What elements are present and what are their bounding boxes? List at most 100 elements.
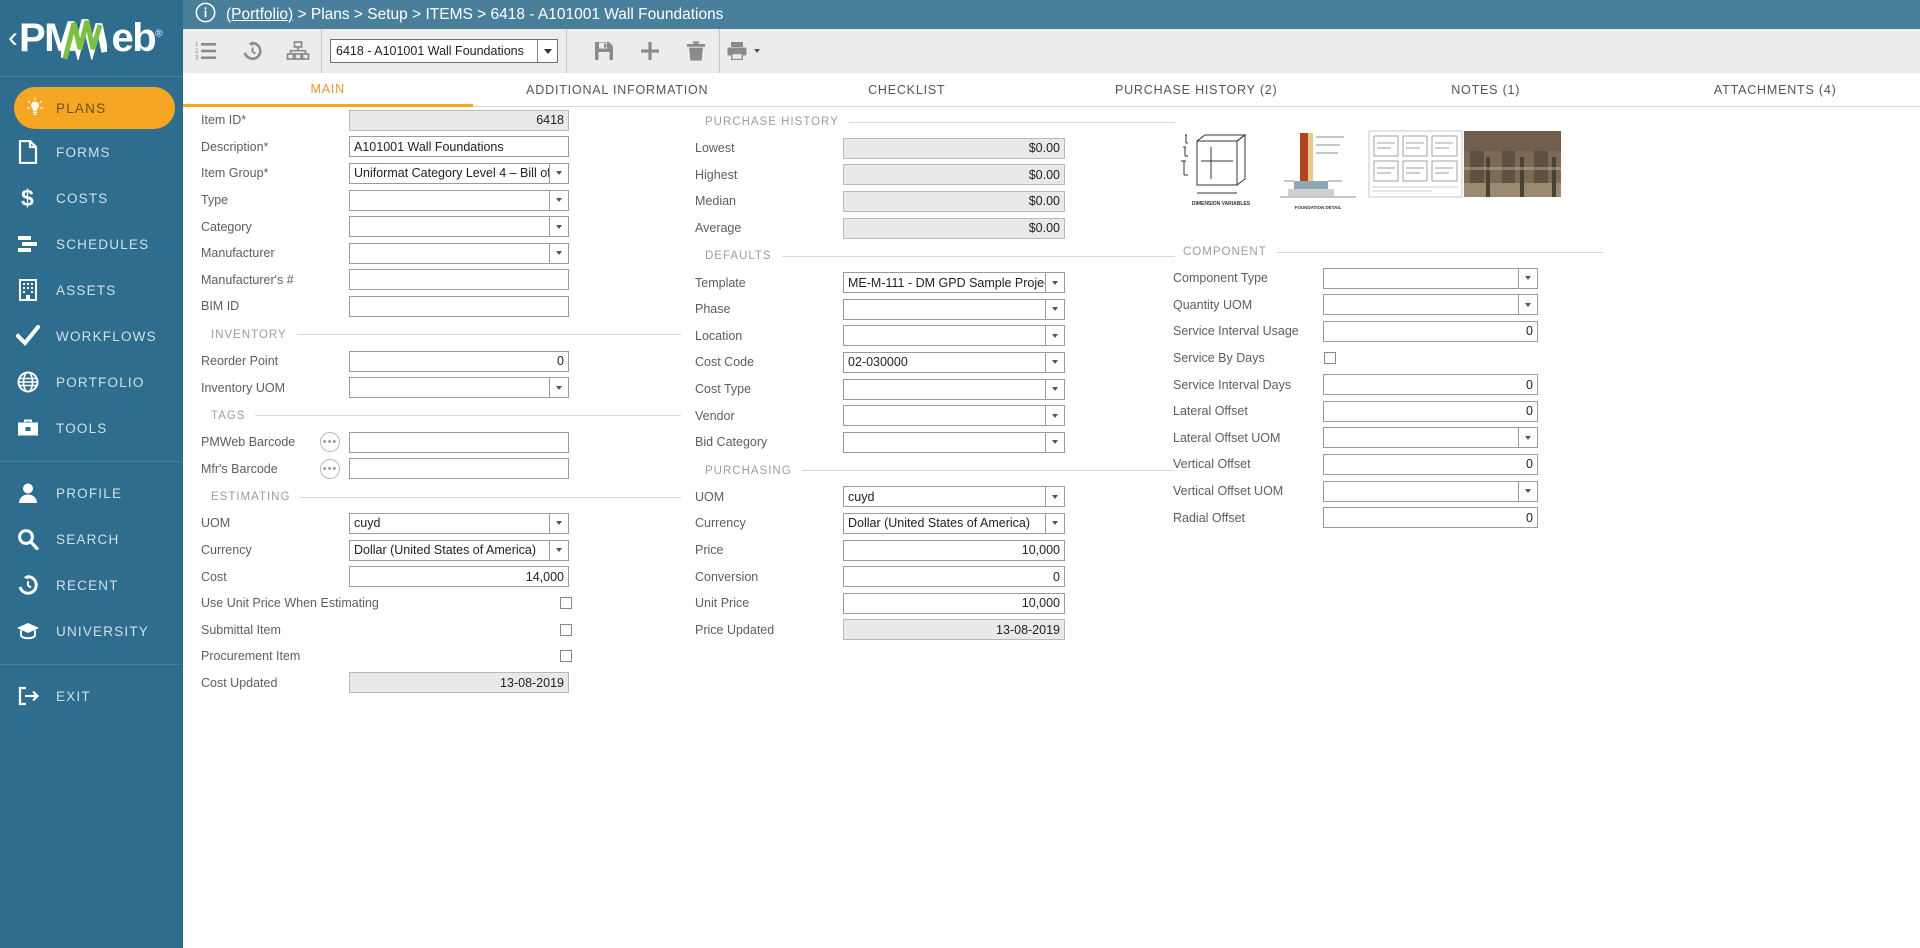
sidebar-item-university[interactable]: UNIVERSITY: [0, 608, 183, 654]
sidebar-item-workflows[interactable]: WORKFLOWS: [0, 313, 183, 359]
tab-main[interactable]: MAIN: [183, 73, 473, 107]
description-input[interactable]: A101001 Wall Foundations: [349, 136, 569, 157]
template-select[interactable]: ME-M-111 - DM GPD Sample Project: [843, 272, 1065, 293]
service-by-days-checkbox[interactable]: [1324, 352, 1336, 364]
cost-code-select[interactable]: 02-030000: [843, 352, 1065, 373]
chevron-down-icon[interactable]: [549, 244, 568, 263]
breadcrumb-portfolio-link[interactable]: (Portfolio): [226, 6, 293, 23]
bim-id-input[interactable]: [349, 296, 569, 317]
quantity-uom-select[interactable]: [1323, 294, 1538, 315]
use-unit-price-checkbox[interactable]: [560, 597, 572, 609]
chevron-down-icon[interactable]: [1518, 482, 1537, 501]
sidebar-item-costs[interactable]: $ COSTS: [0, 175, 183, 221]
wall-foundation-photo[interactable]: [1464, 127, 1561, 227]
org-tree-button[interactable]: [275, 29, 321, 73]
collapse-sidebar-chevron-icon[interactable]: ‹: [8, 23, 18, 53]
sidebar-item-recent[interactable]: RECENT: [0, 562, 183, 608]
pmweb-barcode-input[interactable]: [349, 432, 569, 453]
sidebar-item-portfolio[interactable]: PORTFOLIO: [0, 359, 183, 405]
chevron-down-icon[interactable]: [1045, 353, 1064, 372]
sidebar-item-schedules[interactable]: SCHEDULES: [0, 221, 183, 267]
estimating-currency-select[interactable]: Dollar (United States of America): [349, 540, 569, 561]
sidebar-item-forms[interactable]: FORMS: [0, 129, 183, 175]
chevron-down-icon[interactable]: [1518, 295, 1537, 314]
dimension-variables-drawing[interactable]: DIMENSION VARIABLES: [1173, 127, 1270, 227]
tab-purchase-history[interactable]: PURCHASE HISTORY (2): [1052, 73, 1342, 107]
bid-category-select[interactable]: [843, 432, 1065, 453]
save-button[interactable]: [581, 29, 627, 73]
service-interval-usage-input[interactable]: 0: [1323, 321, 1538, 342]
field-row-inventory-uom: Inventory UOM: [201, 374, 681, 401]
sidebar-item-assets[interactable]: ASSETS: [0, 267, 183, 313]
list-view-button[interactable]: 123: [183, 29, 229, 73]
tab-notes[interactable]: NOTES (1): [1341, 73, 1631, 107]
wall-foundation-sheet[interactable]: [1367, 127, 1464, 227]
pmweb-barcode-more-button[interactable]: •••: [320, 432, 340, 452]
radial-offset-input[interactable]: 0: [1323, 507, 1538, 528]
record-selector[interactable]: 6418 - A101001 Wall Foundations: [330, 39, 558, 63]
info-circle-icon[interactable]: [195, 2, 216, 28]
chevron-down-icon[interactable]: [549, 191, 568, 210]
lateral-offset-input[interactable]: 0: [1323, 401, 1538, 422]
foundation-detail-drawing[interactable]: FOUNDATION DETAIL: [1270, 127, 1367, 227]
mfrs-barcode-input[interactable]: [349, 458, 569, 479]
chevron-down-icon[interactable]: [549, 217, 568, 236]
mfrs-barcode-more-button[interactable]: •••: [320, 459, 340, 479]
estimating-uom-select[interactable]: cuyd: [349, 513, 569, 534]
purchasing-uom-select[interactable]: cuyd: [843, 486, 1065, 507]
category-select[interactable]: [349, 216, 569, 237]
sidebar-item-exit[interactable]: EXIT: [0, 673, 183, 719]
tab-attachments[interactable]: ATTACHMENTS (4): [1631, 73, 1920, 107]
chevron-down-icon[interactable]: [1518, 269, 1537, 288]
chevron-down-icon[interactable]: [549, 378, 568, 397]
add-button[interactable]: [627, 29, 673, 73]
chevron-down-icon[interactable]: [1045, 326, 1064, 345]
cost-type-select[interactable]: [843, 379, 1065, 400]
inventory-uom-select[interactable]: [349, 377, 569, 398]
chevron-down-icon[interactable]: [549, 541, 568, 560]
chevron-down-icon[interactable]: [1045, 406, 1064, 425]
lateral-offset-uom-select[interactable]: [1323, 427, 1538, 448]
procurement-item-checkbox[interactable]: [560, 650, 572, 662]
section-rule: [849, 122, 1175, 123]
conversion-input[interactable]: 0: [843, 566, 1065, 587]
chevron-down-icon[interactable]: [549, 164, 568, 183]
chevron-down-icon[interactable]: [1045, 514, 1064, 533]
item-group-select[interactable]: Uniformat Category Level 4 – Bill of Q: [349, 163, 569, 184]
sidebar-item-search[interactable]: SEARCH: [0, 516, 183, 562]
chevron-down-icon[interactable]: [1045, 487, 1064, 506]
tab-checklist[interactable]: CHECKLIST: [762, 73, 1052, 107]
unit-price-input[interactable]: 10,000: [843, 593, 1065, 614]
delete-button[interactable]: [673, 29, 719, 73]
sidebar-item-profile[interactable]: PROFILE: [0, 470, 183, 516]
chevron-down-icon[interactable]: [1045, 300, 1064, 319]
sidebar-item-tools[interactable]: TOOLS: [0, 405, 183, 451]
manufacturer-select[interactable]: [349, 243, 569, 264]
sidebar-item-plans[interactable]: PLANS: [14, 87, 175, 129]
chevron-down-icon[interactable]: [1045, 433, 1064, 452]
tab-additional-information[interactable]: ADDITIONAL INFORMATION: [473, 73, 763, 107]
component-type-select[interactable]: [1323, 268, 1538, 289]
service-interval-days-input[interactable]: 0: [1323, 374, 1538, 395]
cost-input[interactable]: 14,000: [349, 566, 569, 587]
submittal-item-checkbox[interactable]: [560, 624, 572, 636]
vendor-select[interactable]: [843, 405, 1065, 426]
app-logo[interactable]: ‹ PMWeb®: [0, 0, 183, 76]
price-input[interactable]: 10,000: [843, 540, 1065, 561]
chevron-down-icon[interactable]: [1045, 380, 1064, 399]
print-button[interactable]: [720, 29, 754, 73]
print-options-chevron[interactable]: [754, 29, 768, 73]
chevron-down-icon[interactable]: [549, 514, 568, 533]
phase-select[interactable]: [843, 299, 1065, 320]
vertical-offset-uom-select[interactable]: [1323, 481, 1538, 502]
vertical-offset-input[interactable]: 0: [1323, 454, 1538, 475]
history-button[interactable]: [229, 29, 275, 73]
chevron-down-icon[interactable]: [537, 40, 557, 62]
reorder-point-input[interactable]: 0: [349, 351, 569, 372]
location-select[interactable]: [843, 325, 1065, 346]
manufacturers-number-input[interactable]: [349, 269, 569, 290]
chevron-down-icon[interactable]: [1518, 428, 1537, 447]
chevron-down-icon[interactable]: [1045, 273, 1064, 292]
purchasing-currency-select[interactable]: Dollar (United States of America): [843, 513, 1065, 534]
type-select[interactable]: [349, 190, 569, 211]
